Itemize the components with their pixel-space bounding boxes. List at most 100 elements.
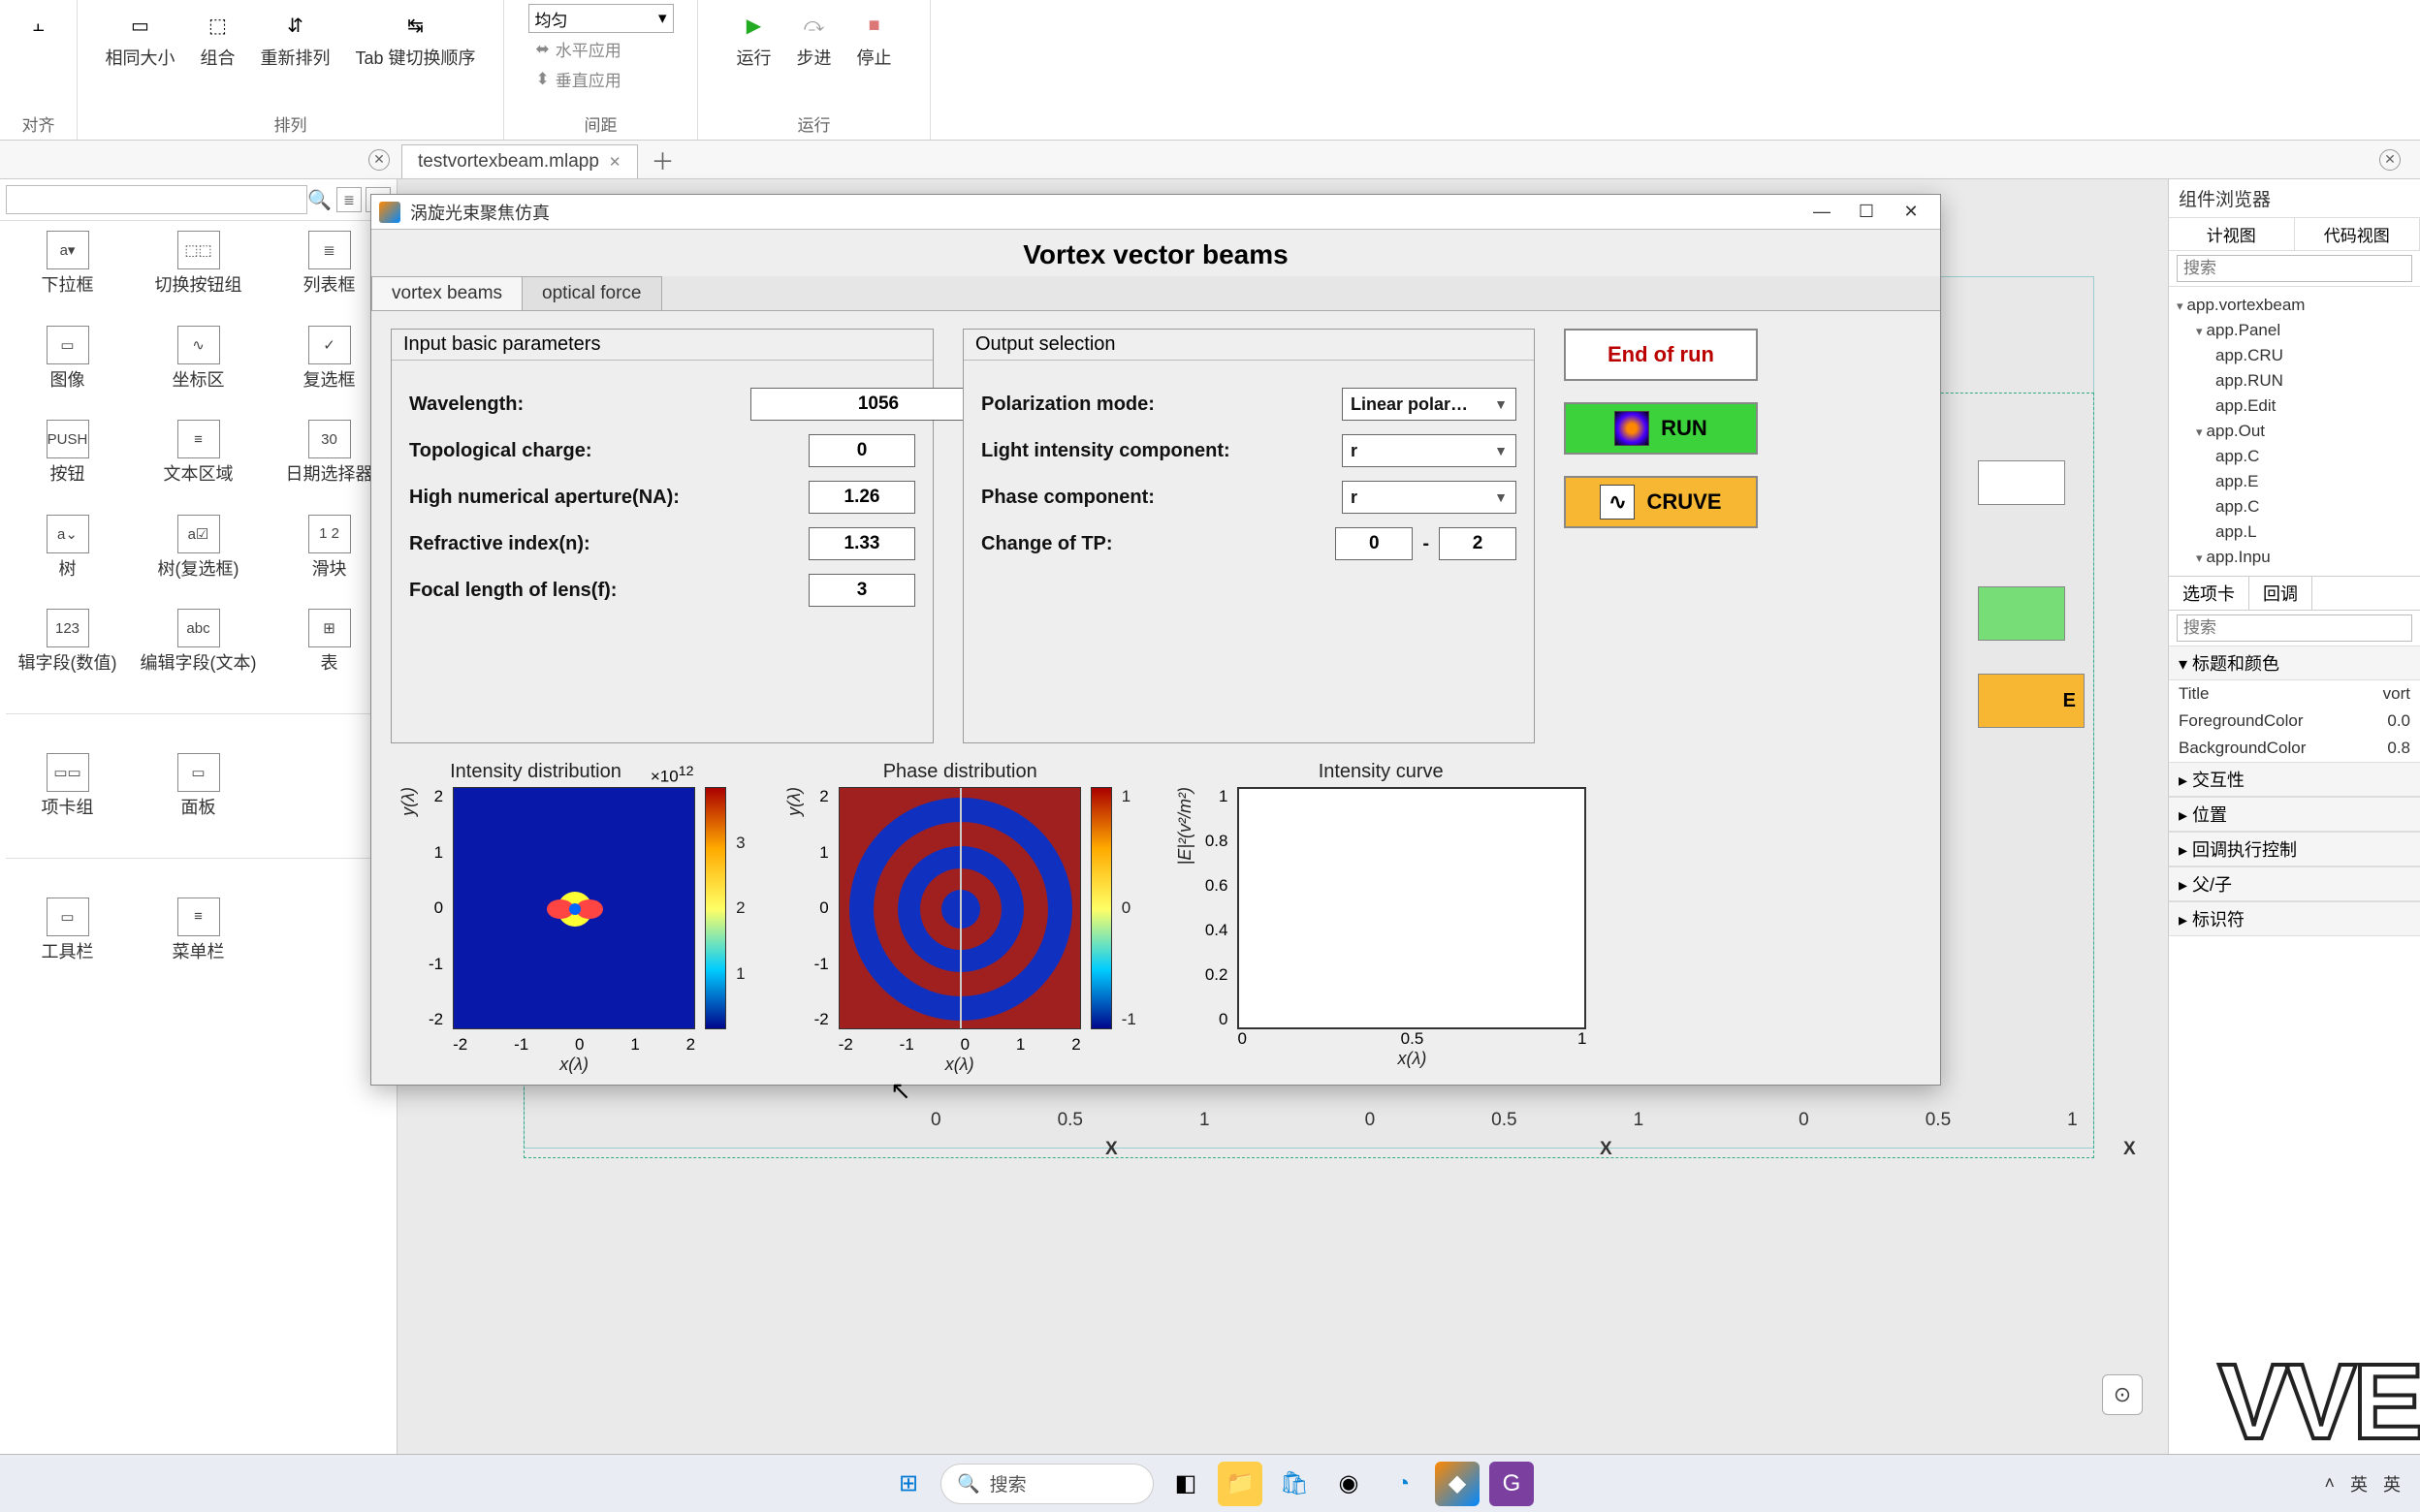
prop-section-cb[interactable]: ▸ 回调执行控制 (2169, 832, 2420, 866)
apply-horizontal-button[interactable]: ⬌水平应用 (528, 35, 629, 63)
palette-scroll-down[interactable]: ▾ (0, 972, 397, 999)
props-tab-callback[interactable]: 回调 (2249, 577, 2312, 610)
palette-item[interactable]: ≡文本区域 (137, 420, 260, 486)
zoom-fit-button[interactable]: ⊙ (2102, 1374, 2143, 1415)
explorer-icon[interactable]: 📁 (1218, 1462, 1262, 1506)
palette-item[interactable]: 123辑字段(数值) (6, 609, 129, 675)
browser-search-input[interactable] (2177, 255, 2412, 282)
intensity-comp-dropdown[interactable]: r▼ (1342, 434, 1516, 467)
palette-search-input[interactable] (6, 185, 307, 214)
close-panel-button-right[interactable]: ✕ (2379, 149, 2401, 171)
tree-node[interactable]: ▾app.vortexbeam (2173, 293, 2416, 318)
tree-node[interactable]: ▾app.Out (2173, 419, 2416, 444)
ri-input[interactable] (809, 527, 915, 560)
ime-indicator[interactable]: 英 (2350, 1471, 2368, 1496)
prop-section-ident[interactable]: ▸ 标识符 (2169, 901, 2420, 936)
palette-item[interactable]: ▭面板 (137, 753, 260, 819)
props-search-input[interactable] (2177, 614, 2412, 642)
palette-item[interactable]: a☑树(复选框) (137, 515, 260, 581)
stop-button[interactable]: ■停止 (849, 4, 900, 74)
code-view-tab[interactable]: 代码视图 (2295, 218, 2420, 250)
palette-item[interactable]: PUSH按钮 (6, 420, 129, 486)
tp-from-input[interactable] (1335, 527, 1413, 560)
document-tab[interactable]: testvortexbeam.mlapp ✕ (401, 144, 638, 178)
prop-section-parent[interactable]: ▸ 父/子 (2169, 866, 2420, 901)
props-tab-options[interactable]: 选项卡 (2169, 577, 2249, 610)
component-tree[interactable]: ▾app.vortexbeam▾app.Panelapp.CRUapp.RUNa… (2169, 287, 2420, 576)
tab-order-button[interactable]: ↹Tab 键切换顺序 (347, 4, 483, 74)
edge-icon[interactable]: ◔ (1381, 1462, 1425, 1506)
curve-button[interactable]: ∿CRUVE (1564, 476, 1758, 528)
ri-label: Refractive index(n): (409, 533, 809, 555)
prop-value[interactable]: 0.8 (2342, 739, 2410, 758)
reorder-button[interactable]: ⇵重新排列 (252, 4, 337, 74)
palette-item[interactable]: ∿坐标区 (137, 326, 260, 392)
design-view-tab[interactable]: 计视图 (2169, 218, 2295, 250)
system-tray[interactable]: ˄ 英 英 (2324, 1471, 2401, 1496)
step-button[interactable]: ⤼步进 (789, 4, 840, 74)
matlab-icon[interactable]: ◆ (1435, 1462, 1480, 1506)
tab-optical-force[interactable]: optical force (522, 276, 661, 310)
tree-node[interactable]: app.L (2173, 520, 2416, 545)
taskbar-search[interactable]: 🔍搜索 (940, 1464, 1154, 1504)
align-button[interactable]: ⫠ (14, 4, 64, 47)
same-size-button[interactable]: ▭相同大小 (97, 4, 182, 74)
group-button[interactable]: ⬚组合 (192, 4, 242, 74)
wavelength-spinner[interactable]: ▲▼ (750, 388, 915, 421)
list-view-button[interactable]: ≣ (336, 187, 362, 212)
maximize-button[interactable]: ☐ (1845, 199, 1888, 226)
search-icon[interactable]: 🔍 (307, 188, 331, 212)
palette-item[interactable]: ▭图像 (6, 326, 129, 392)
tree-node[interactable]: app.C (2173, 494, 2416, 520)
prop-section-pos[interactable]: ▸ 位置 (2169, 797, 2420, 832)
run-sim-button[interactable]: RUN (1564, 402, 1758, 455)
palette-item[interactable]: a▾下拉框 (6, 231, 129, 297)
tray-chevron-icon[interactable]: ˄ (2324, 1473, 2335, 1494)
topo-label: Topological charge: (409, 440, 809, 462)
close-tab-icon[interactable]: ✕ (609, 153, 621, 171)
chrome-icon[interactable]: ◉ (1326, 1462, 1371, 1506)
tab-vortex-beams[interactable]: vortex beams (371, 276, 523, 310)
palette-item-label: 面板 (181, 798, 216, 819)
apply-vertical-button[interactable]: ⬍垂直应用 (528, 65, 629, 93)
palette-item[interactable]: ▭▭项卡组 (6, 753, 129, 819)
tree-node[interactable]: app.E (2173, 469, 2416, 494)
na-input[interactable] (809, 481, 915, 514)
prop-value[interactable]: vort (2342, 684, 2410, 704)
prop-section-interact[interactable]: ▸ 交互性 (2169, 762, 2420, 797)
store-icon[interactable]: 🛍 (1272, 1462, 1317, 1506)
tree-node[interactable]: app.C (2173, 444, 2416, 469)
spacing-combo[interactable]: 均匀▾ (528, 4, 674, 33)
fl-input[interactable] (809, 574, 915, 607)
polarization-dropdown[interactable]: Linear polar…▼ (1342, 388, 1516, 421)
tree-node[interactable]: app.RUN (2173, 368, 2416, 394)
topo-input[interactable] (809, 434, 915, 467)
play-icon: ▶ (737, 8, 772, 43)
app-titlebar[interactable]: 涡旋光束聚焦仿真 — ☐ ✕ (371, 195, 1940, 230)
close-panel-button[interactable]: ✕ (368, 149, 390, 171)
palette-item[interactable]: ▭工具栏 (6, 898, 129, 963)
run-button[interactable]: ▶运行 (729, 4, 780, 74)
tree-node[interactable]: app.Edit (2173, 394, 2416, 419)
ime-indicator-2[interactable]: 英 (2383, 1471, 2401, 1496)
phase-comp-dropdown[interactable]: r▼ (1342, 481, 1516, 514)
palette-item[interactable]: ⬚⬚切换按钮组 (137, 231, 260, 297)
tree-node[interactable]: app.CRU (2173, 343, 2416, 368)
close-button[interactable]: ✕ (1890, 199, 1932, 226)
palette-item[interactable]: ≡菜单栏 (137, 898, 260, 963)
bg-axis-x-label: X (1105, 1139, 1118, 1160)
tp-to-input[interactable] (1439, 527, 1516, 560)
tree-node[interactable]: ▾app.Inpu (2173, 545, 2416, 570)
app-icon[interactable]: G (1489, 1462, 1534, 1506)
add-tab-button[interactable]: ＋ (638, 142, 688, 176)
prop-value[interactable]: 0.0 (2342, 711, 2410, 731)
end-of-run-button[interactable]: End of run (1564, 329, 1758, 381)
palette-item[interactable]: a⌄树 (6, 515, 129, 581)
tree-node[interactable]: ▾app.Panel (2173, 318, 2416, 343)
minimize-button[interactable]: — (1800, 199, 1843, 226)
document-tab-label: testvortexbeam.mlapp (418, 151, 599, 173)
prop-section-title[interactable]: ▾ 标题和颜色 (2169, 646, 2420, 680)
start-button[interactable]: ⊞ (886, 1462, 931, 1506)
palette-item[interactable]: abc编辑字段(文本) (137, 609, 260, 675)
task-view-button[interactable]: ◧ (1163, 1462, 1208, 1506)
